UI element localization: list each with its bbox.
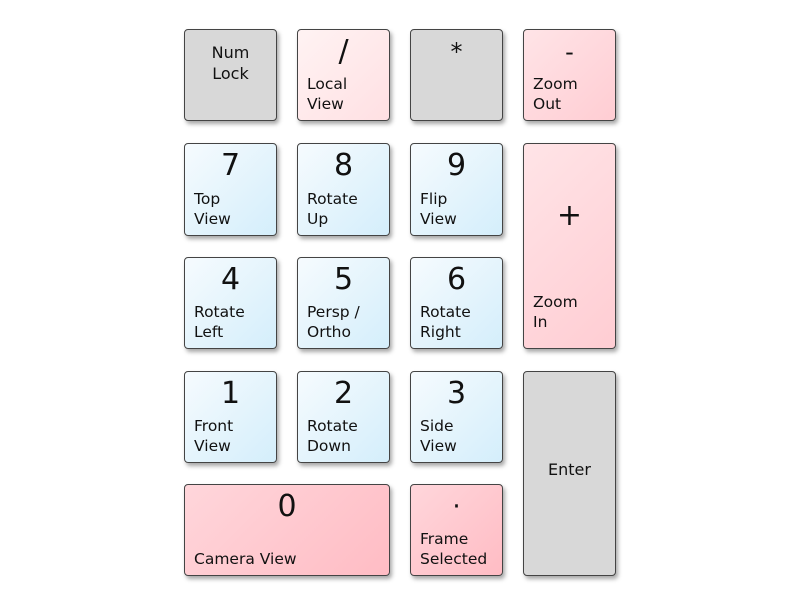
key-6: 6 Rotate Right	[410, 257, 503, 349]
key-symbol: ·	[452, 492, 461, 522]
key-plus: + Zoom In	[523, 142, 616, 349]
key-2: 2 Rotate Down	[297, 370, 390, 463]
numpad-diagram: Num Lock / Local View * - Zoom Out 7 Top…	[184, 29, 616, 576]
key-label: Local View	[307, 75, 348, 113]
key-8: 8 Rotate Up	[297, 142, 390, 236]
key-divide: / Local View	[297, 29, 390, 121]
key-label: Front View	[194, 416, 234, 455]
key-symbol: 7	[220, 147, 241, 183]
key-label: Rotate Left	[194, 303, 245, 341]
key-1: 1 Front View	[184, 370, 277, 463]
key-label: Enter	[548, 459, 591, 479]
key-4: 4 Rotate Left	[184, 257, 277, 349]
key-multiply: *	[410, 29, 503, 121]
key-label: Zoom Out	[533, 75, 578, 113]
key-symbol: 6	[446, 262, 467, 297]
key-label: Camera View	[194, 550, 297, 568]
key-7: 7 Top View	[184, 142, 277, 236]
key-enter: Enter	[523, 370, 616, 576]
key-label: Rotate Up	[307, 189, 358, 228]
key-symbol: 2	[333, 375, 354, 411]
key-label: Num Lock	[211, 43, 250, 83]
key-label: Zoom In	[533, 293, 578, 331]
key-symbol: -	[565, 38, 574, 66]
key-label: Rotate Right	[420, 303, 471, 341]
key-symbol: +	[556, 197, 583, 233]
key-symbol: 9	[446, 147, 467, 183]
key-symbol: 8	[333, 147, 354, 183]
key-symbol: *	[450, 38, 463, 66]
key-symbol: 3	[446, 375, 467, 411]
key-label: Frame Selected	[420, 530, 488, 568]
key-symbol: /	[338, 34, 349, 69]
key-label: Persp / Ortho	[307, 303, 360, 341]
key-numlock: Num Lock	[184, 29, 277, 121]
key-symbol: 4	[220, 262, 241, 297]
key-minus: - Zoom Out	[523, 29, 616, 121]
key-symbol: 0	[277, 489, 297, 524]
key-label: Flip View	[420, 189, 457, 228]
key-symbol: 1	[220, 375, 241, 411]
key-5: 5 Persp / Ortho	[297, 257, 390, 349]
key-label: Side View	[420, 416, 457, 455]
key-3: 3 Side View	[410, 370, 503, 463]
key-label: Rotate Down	[307, 416, 358, 455]
key-0: 0 Camera View	[184, 484, 390, 576]
key-9: 9 Flip View	[410, 142, 503, 236]
key-symbol: 5	[333, 262, 354, 297]
key-decimal: · Frame Selected	[410, 484, 503, 576]
key-label: Top View	[194, 189, 231, 228]
